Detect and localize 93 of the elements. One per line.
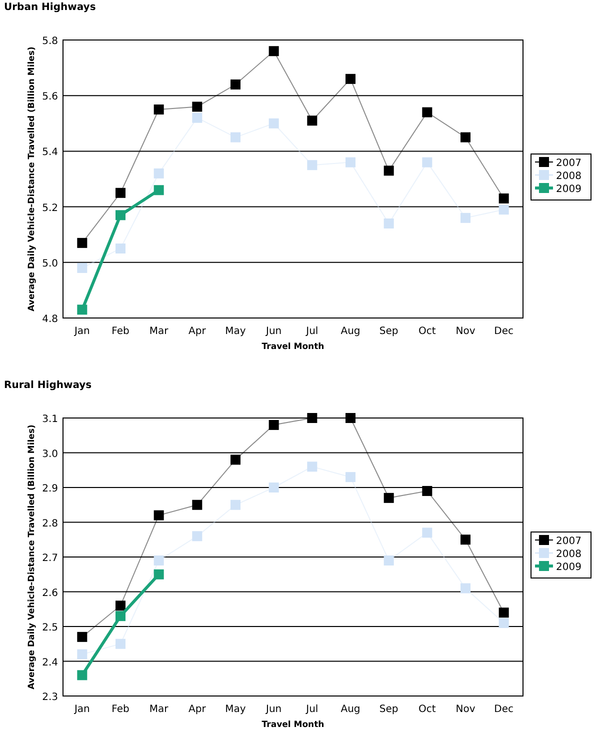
data-point — [422, 107, 432, 118]
y-tick-label: 4.8 — [42, 314, 58, 325]
data-point — [77, 304, 88, 315]
chart-title: Rural Highways — [3, 379, 93, 393]
x-tick-label: Aug — [340, 704, 360, 715]
x-tick-label: Dec — [494, 326, 514, 337]
data-point — [346, 413, 356, 423]
x-tick-label: Jan — [74, 704, 90, 715]
data-point — [307, 413, 318, 423]
data-point — [116, 600, 126, 611]
y-tick-label: 2.6 — [42, 588, 58, 599]
legend-label: 2007 — [556, 158, 582, 169]
data-point — [307, 116, 318, 126]
data-point — [192, 500, 202, 510]
data-point — [77, 649, 88, 660]
data-point — [116, 244, 126, 254]
x-tick-label: Nov — [456, 326, 476, 337]
legend-label: 2009 — [556, 184, 582, 195]
data-point — [268, 46, 279, 56]
data-point — [192, 112, 202, 123]
x-axis-title: Travel Month — [262, 342, 324, 352]
data-point — [307, 160, 318, 170]
data-point — [498, 618, 509, 628]
x-tick-label: Apr — [188, 704, 206, 715]
x-tick-label: May — [225, 326, 246, 337]
x-tick-label: Mar — [149, 326, 168, 337]
x-tick-label: Apr — [188, 326, 206, 337]
x-tick-label: Oct — [418, 704, 436, 715]
data-point — [346, 74, 356, 84]
y-axis-title: Average Daily Vehicle-Distance Travelled (Billion Miles) — [27, 424, 37, 690]
y-tick-label: 2.4 — [42, 657, 58, 668]
data-point — [116, 210, 126, 220]
data-point — [154, 185, 164, 196]
y-tick-label: 5.0 — [42, 258, 58, 270]
y-tick-label: 5.6 — [42, 92, 58, 103]
y-tick-label: 2.5 — [42, 622, 58, 634]
x-tick-label: Jun — [266, 326, 282, 337]
y-tick-label: 2.3 — [42, 692, 58, 703]
x-tick-label: Feb — [112, 704, 130, 715]
data-point — [307, 462, 318, 472]
x-tick-label: Jun — [266, 704, 282, 715]
x-tick-label: Dec — [494, 704, 514, 715]
data-point — [230, 79, 240, 90]
y-tick-label: 5.4 — [42, 147, 58, 158]
data-point — [460, 132, 470, 142]
data-point — [460, 583, 470, 594]
data-point — [77, 670, 88, 680]
x-axis-title: Travel Month — [262, 720, 324, 730]
x-tick-label: Jul — [306, 326, 318, 337]
data-point — [116, 611, 126, 622]
data-point — [116, 638, 126, 649]
data-point — [460, 212, 470, 223]
y-tick-label: 5.8 — [42, 36, 58, 47]
y-tick-label: 2.8 — [42, 518, 58, 530]
data-point — [268, 482, 279, 492]
data-point — [230, 500, 240, 510]
data-point — [230, 132, 240, 142]
legend-label: 2008 — [556, 171, 582, 182]
y-tick-label: 5.2 — [42, 202, 58, 214]
data-point — [346, 157, 356, 168]
data-point — [422, 157, 432, 168]
x-tick-label: Sep — [379, 704, 398, 715]
chart-title: Urban Highways — [3, 1, 97, 15]
data-point — [422, 528, 432, 538]
x-tick-label: Oct — [418, 326, 436, 337]
y-tick-label: 2.7 — [42, 553, 58, 564]
data-point — [498, 608, 509, 618]
data-point — [116, 188, 126, 198]
y-tick-label: 3.1 — [42, 414, 58, 425]
data-point — [192, 531, 202, 542]
x-tick-label: Jan — [74, 326, 90, 337]
legend-label: 2007 — [556, 536, 582, 547]
legend-label: 2008 — [556, 549, 582, 560]
data-point — [192, 102, 202, 112]
x-tick-label: Aug — [340, 326, 360, 337]
data-point — [384, 166, 394, 176]
x-tick-label: May — [225, 704, 246, 715]
x-tick-label: Nov — [456, 704, 476, 715]
data-point — [154, 104, 164, 114]
y-tick-label: 3.0 — [42, 448, 58, 460]
data-point — [77, 262, 88, 273]
data-point — [460, 534, 470, 545]
data-point — [346, 472, 356, 482]
y-tick-label: 2.9 — [42, 484, 58, 494]
data-point — [77, 632, 88, 642]
data-point — [77, 238, 88, 248]
x-tick-label: Sep — [379, 326, 398, 337]
x-tick-label: Jul — [306, 704, 318, 715]
x-tick-label: Mar — [149, 704, 168, 715]
data-point — [498, 204, 509, 215]
y-axis-title: Average Daily Vehicle-Distance Travelled (Billion Miles) — [27, 46, 37, 312]
legend-label: 2009 — [556, 562, 582, 573]
x-tick-label: Feb — [112, 326, 130, 337]
